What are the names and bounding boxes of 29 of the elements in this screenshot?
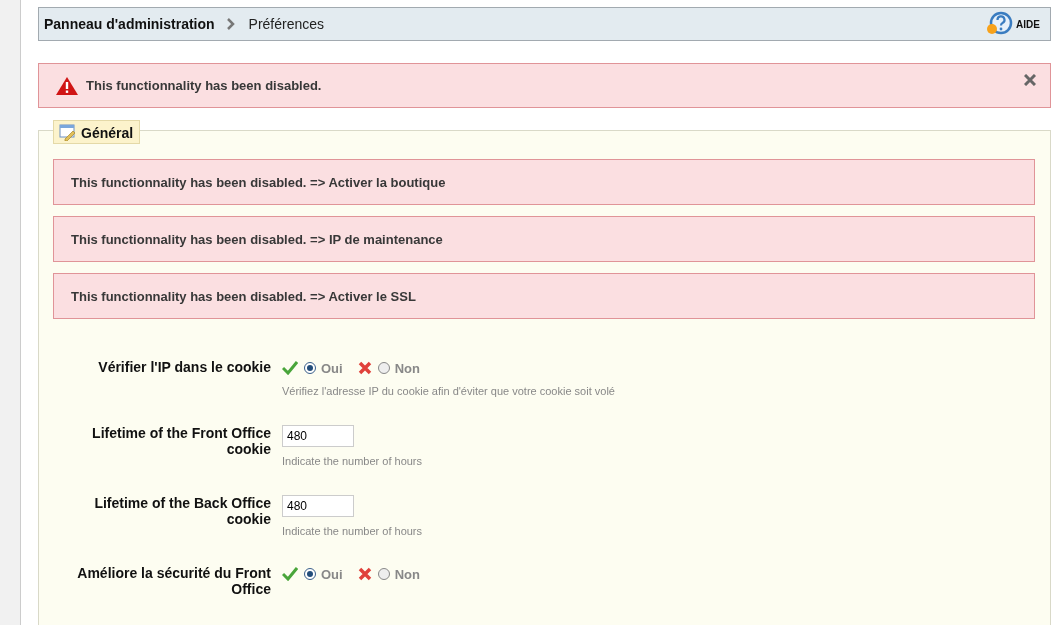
radio-button[interactable] xyxy=(377,568,390,580)
field-label: Vérifier l'IP dans le cookie xyxy=(97,359,272,377)
field-label: Lifetime of the Back Office cookie xyxy=(93,495,272,529)
warning-icon xyxy=(55,75,79,96)
edit-icon xyxy=(59,124,77,141)
field-hint: Indicate the number of hours xyxy=(282,455,423,467)
cross-icon xyxy=(357,567,372,581)
text-input[interactable]: 480 xyxy=(282,425,354,447)
radio-button[interactable] xyxy=(304,362,316,374)
check-icon xyxy=(282,567,298,581)
field-label: Améliore la sécurité du Front Office xyxy=(76,565,272,597)
help-link[interactable]: AIDE xyxy=(986,11,1040,37)
check-icon xyxy=(282,361,298,375)
radio-button[interactable] xyxy=(304,568,316,580)
close-icon[interactable] xyxy=(1024,74,1036,86)
breadcrumb-item[interactable]: Panneau d'administration xyxy=(44,16,215,32)
breadcrumb-item[interactable]: Préférences xyxy=(248,16,325,32)
field-hint: Indicate the number of hours xyxy=(282,525,423,537)
chevron-icon xyxy=(226,18,235,30)
section-title: Général xyxy=(81,124,134,141)
field-hint: Vérifiez l'adresse IP du cookie afin d'éviter que votre cookie soit volé xyxy=(282,385,615,397)
alert-message: This functionnality has been disabled. => IP de maintenance xyxy=(71,231,443,247)
field-label: Lifetime of the Front Office cookie xyxy=(91,425,272,459)
alert-message: This functionnality has been disabled. xyxy=(86,78,322,93)
text-input[interactable]: 480 xyxy=(282,495,354,517)
alert-message: This functionnality has been disabled. => Activer la boutique xyxy=(71,174,446,190)
radio-button[interactable] xyxy=(377,362,390,374)
cross-icon xyxy=(357,361,372,375)
alert-message: This functionnality has been disabled. => Activer le SSL xyxy=(71,288,416,304)
